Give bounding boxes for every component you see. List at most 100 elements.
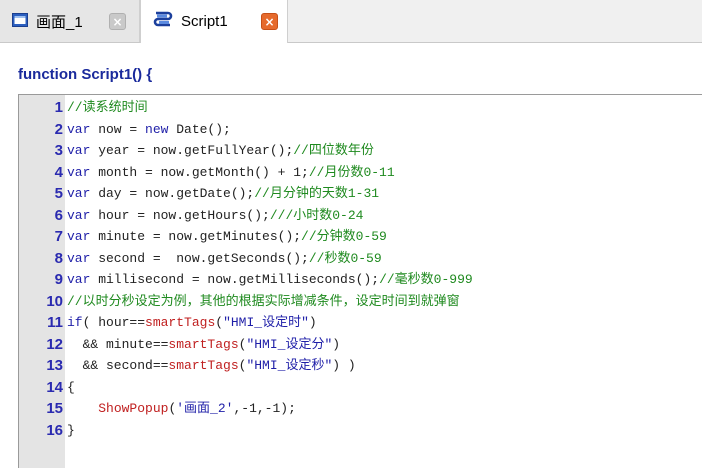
code-line: 11 if( hour==smartTags("HMI_设定时") xyxy=(19,313,702,333)
code-token: var xyxy=(67,186,91,201)
code-token: hour = now.getHours(); xyxy=(90,207,270,223)
code-token: var xyxy=(67,272,91,287)
code-token: var xyxy=(67,121,91,137)
code-token: now = xyxy=(90,121,146,137)
line-number: 6 xyxy=(54,206,63,224)
code-token: var xyxy=(67,164,91,180)
code-line: 10//以时分秒设定为例，其他的根据实际增减条件，设定时间到就弹窗 xyxy=(19,292,702,312)
code-token: ( hour== xyxy=(82,315,146,330)
code-token: var xyxy=(67,207,91,223)
code-token: "HMI_设定时" xyxy=(223,315,309,330)
code-token: second = now.getSeconds(); xyxy=(90,250,309,266)
code-token: "HMI_设定分" xyxy=(246,336,333,352)
script-icon xyxy=(153,11,173,33)
code-token: smartTags xyxy=(168,336,239,352)
code-token: ) xyxy=(332,336,341,352)
line-number: 3 xyxy=(54,142,63,159)
code-text: && second==smartTags("HMI_设定秒") ) xyxy=(67,356,356,376)
code-token: millisecond = now.getMilliseconds(); xyxy=(90,272,380,287)
code-line: 1 //读系统时间 xyxy=(19,98,702,118)
code-token: smartTags xyxy=(145,315,216,330)
code-line: 8 var second = now.getSeconds();//秒数0-59 xyxy=(19,249,702,269)
code-token: //月份数0-11 xyxy=(308,164,395,180)
code-token: ,-1,-1); xyxy=(233,401,296,416)
code-token: Date(); xyxy=(168,121,231,137)
code-token: month = now.getMonth() + 1; xyxy=(90,164,309,180)
code-token: //四位数年份 xyxy=(293,143,374,158)
code-token: if xyxy=(67,315,83,330)
code-line: 5 var day = now.getDate();//月分钟的天数1-31 xyxy=(19,184,702,204)
tab-script1[interactable]: Script1 × xyxy=(140,0,288,43)
code-token: //读系统时间 xyxy=(67,100,148,115)
tab-label: Script1 xyxy=(181,13,228,30)
screen-icon xyxy=(12,12,28,31)
code-text: var millisecond = now.getMilliseconds();… xyxy=(67,270,473,290)
code-text: var now = new Date(); xyxy=(67,120,231,140)
code-token: minute = now.getMinutes(); xyxy=(90,229,302,244)
code-token: ///小时数0-24 xyxy=(269,207,364,223)
code-text: var day = now.getDate();//月分钟的天数1-31 xyxy=(67,184,379,204)
code-line: 12 && minute==smartTags("HMI_设定分") xyxy=(19,335,702,355)
close-icon[interactable]: × xyxy=(261,13,278,30)
code-token: ) ) xyxy=(332,358,356,373)
code-line: 14{ xyxy=(19,378,702,398)
code-token: var xyxy=(67,250,91,266)
code-line: 2 var now = new Date(); xyxy=(19,120,702,140)
close-icon[interactable]: × xyxy=(109,13,126,30)
line-number: 7 xyxy=(54,228,63,245)
code-text: var minute = now.getMinutes();//分钟数0-59 xyxy=(67,227,387,247)
code-token: //分钟数0-59 xyxy=(301,229,387,244)
code-token: year = now.getFullYear(); xyxy=(90,143,294,158)
code-token: day = now.getDate(); xyxy=(90,186,255,201)
code-token: //月分钟的天数1-31 xyxy=(254,186,380,201)
code-token: var xyxy=(67,229,91,244)
function-header: function Script1() { xyxy=(18,66,153,83)
code-text: var year = now.getFullYear();//四位数年份 xyxy=(67,141,374,161)
code-line: 3 var year = now.getFullYear();//四位数年份 xyxy=(19,141,702,161)
code-token: { xyxy=(67,379,75,395)
line-number: 12 xyxy=(46,335,63,353)
code-token: ) xyxy=(308,315,317,330)
line-number: 5 xyxy=(54,185,63,202)
code-text: { xyxy=(67,378,75,398)
code-line: 9 var millisecond = now.getMilliseconds()… xyxy=(19,270,702,290)
line-number: 9 xyxy=(54,271,63,288)
code-editor[interactable]: 1//读系统时间 2 var now = new Date(); 3 var year … xyxy=(18,94,702,468)
code-token: new xyxy=(145,121,169,137)
code-text: var second = now.getSeconds();//秒数0-59 xyxy=(67,249,382,269)
tab-bar: 画面_1 × Script1 × xyxy=(0,0,702,43)
line-number: 13 xyxy=(46,357,63,374)
code-text: //以时分秒设定为例，其他的根据实际增减条件，设定时间到就弹窗 xyxy=(67,292,460,312)
code-line: 13 && second==smartTags("HMI_设定秒") ) xyxy=(19,356,702,376)
code-token: && minute== xyxy=(67,336,169,352)
code-token: ( xyxy=(215,315,224,330)
code-token: //秒数0-59 xyxy=(308,250,382,266)
line-number: 10 xyxy=(46,292,63,310)
code-line: 7 var minute = now.getMinutes();//分钟数0-59 xyxy=(19,227,702,247)
code-token: '画面_2' xyxy=(176,401,234,416)
code-text: && minute==smartTags("HMI_设定分") xyxy=(67,335,340,355)
code-line: 15 ShowPopup('画面_2',-1,-1); xyxy=(19,399,702,419)
tab-screen-1[interactable]: 画面_1 × xyxy=(0,0,140,42)
tab-label: 画面_1 xyxy=(36,13,83,31)
code-token: smartTags xyxy=(168,358,239,373)
code-text: } xyxy=(67,421,75,441)
code-token: && second== xyxy=(67,358,169,373)
code-token: ShowPopup xyxy=(98,401,169,416)
code-token: } xyxy=(67,422,75,438)
line-number: 15 xyxy=(46,400,63,417)
line-number: 8 xyxy=(54,249,63,267)
code-text: ShowPopup('画面_2',-1,-1); xyxy=(67,399,296,419)
code-line: 6 var hour = now.getHours();///小时数0-24 xyxy=(19,206,702,226)
line-number: 16 xyxy=(46,421,63,439)
line-number: 1 xyxy=(54,99,63,116)
line-number: 2 xyxy=(54,120,63,138)
code-line: 4 var month = now.getMonth() + 1;//月份数0-1… xyxy=(19,163,702,183)
line-number: 14 xyxy=(46,378,63,396)
code-text: if( hour==smartTags("HMI_设定时") xyxy=(67,313,317,333)
code-token: var xyxy=(67,143,91,158)
line-number: 4 xyxy=(54,163,63,181)
line-number: 11 xyxy=(47,314,63,331)
code-token: //以时分秒设定为例，其他的根据实际增减条件，设定时间到就弹窗 xyxy=(67,293,460,309)
